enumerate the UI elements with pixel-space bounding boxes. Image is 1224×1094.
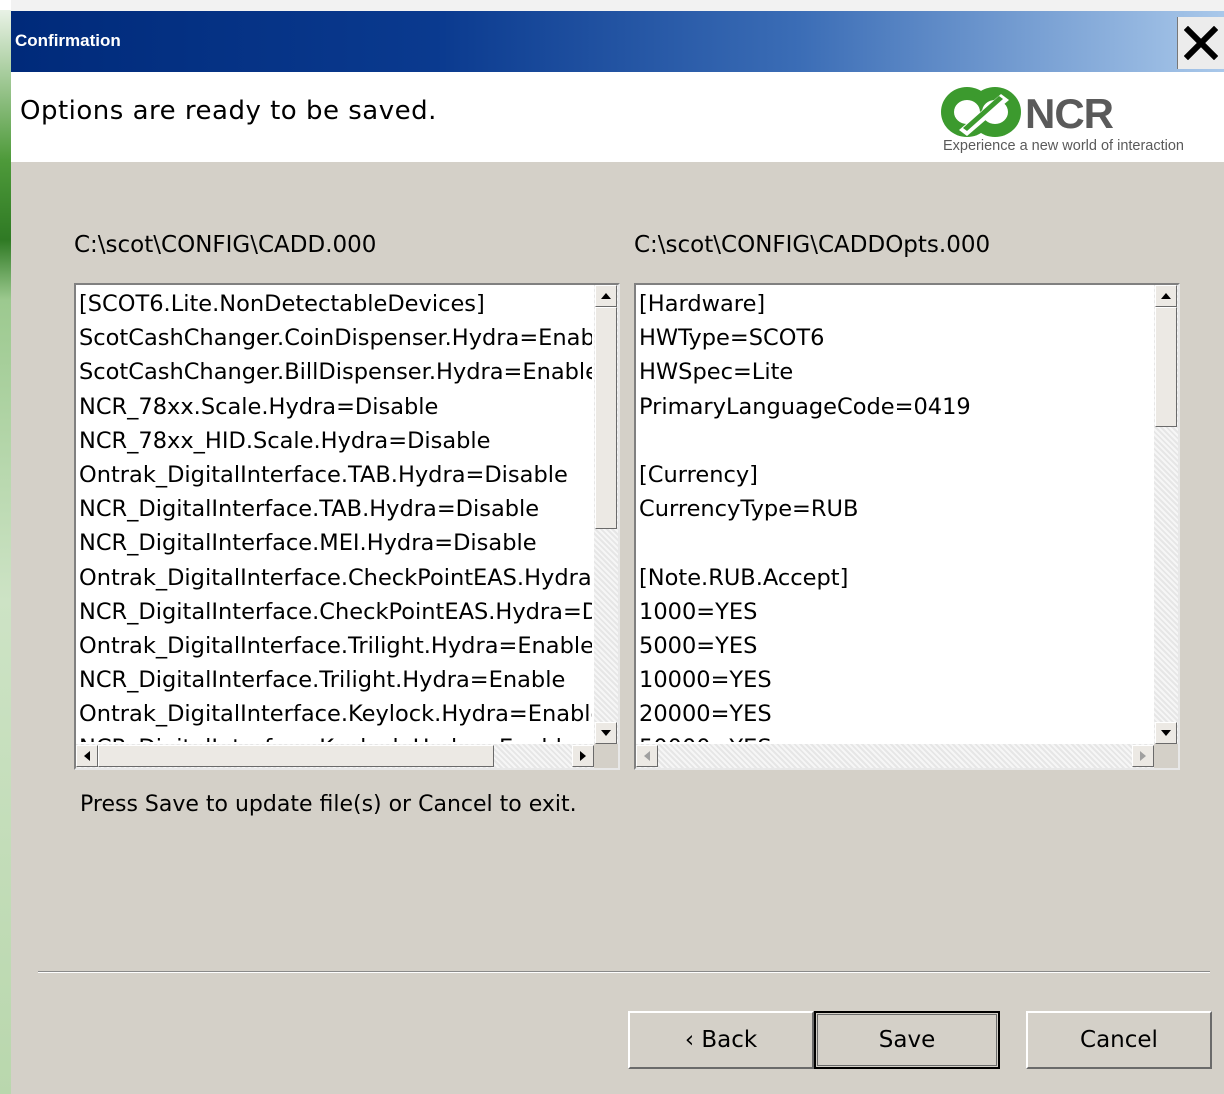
logo-tagline: Experience a new world of interaction: [943, 138, 1184, 154]
ncr-logo: NCR Experience a new world of interactio…: [939, 82, 1224, 162]
list-item[interactable]: HWSpec=Lite: [638, 355, 1152, 389]
list-item[interactable]: [Note.RUB.Accept]: [638, 561, 1152, 595]
arrow-down-icon: [1161, 730, 1171, 736]
list-item[interactable]: NCR_DigitalInterface.Trilight.Hydra=Enab…: [78, 663, 592, 697]
right-scroll-corner: [1154, 744, 1178, 768]
right-scroll-right-button: [1132, 745, 1154, 767]
right-scroll-left-button: [636, 745, 658, 767]
right-file-listbox[interactable]: [Hardware] HWType=SCOT6 HWSpec=Lite Primary…: [634, 283, 1180, 770]
list-item[interactable]: Ontrak_DigitalInterface.CheckPointEAS.Hy…: [78, 561, 592, 595]
title-bar: Confirmation: [11, 11, 1224, 72]
left-scroll-corner: [594, 744, 618, 768]
back-button-label: ‹ Back: [684, 1027, 758, 1053]
save-button-label: Save: [878, 1027, 936, 1053]
ncr-logo-icon: [941, 87, 1021, 137]
list-item[interactable]: Ontrak_DigitalInterface.Trilight.Hydra=E…: [78, 629, 592, 663]
background-window-edge: [0, 0, 11, 1094]
right-vertical-scroll-thumb[interactable]: [1155, 307, 1177, 427]
arrow-up-icon: [601, 293, 611, 299]
left-file-path: C:\scot\CONFIG\CADD.000: [74, 232, 377, 258]
separator-line: [38, 971, 1210, 973]
list-item[interactable]: 1000=YES: [638, 595, 1152, 629]
list-item[interactable]: NCR_DigitalInterface.Keylock.Hydra=Enabl…: [78, 731, 592, 742]
right-scroll-up-button[interactable]: [1155, 285, 1177, 307]
cancel-button[interactable]: Cancel: [1026, 1011, 1212, 1069]
cancel-button-label: Cancel: [1080, 1027, 1158, 1053]
arrow-down-icon: [601, 730, 611, 736]
list-item[interactable]: [638, 424, 1152, 458]
list-item[interactable]: 50000=YES: [638, 731, 1152, 742]
left-horizontal-scrollbar[interactable]: [76, 744, 594, 768]
list-item[interactable]: NCR_78xx.Scale.Hydra=Disable: [78, 390, 592, 424]
window-title: Confirmation: [15, 31, 121, 50]
arrow-left-icon: [644, 751, 650, 761]
list-item[interactable]: Ontrak_DigitalInterface.Keylock.Hydra=En…: [78, 697, 592, 731]
list-item[interactable]: 20000=YES: [638, 697, 1152, 731]
list-item[interactable]: 10000=YES: [638, 663, 1152, 697]
right-file-path: C:\scot\CONFIG\CADDOpts.000: [634, 232, 991, 258]
close-icon: [1184, 26, 1218, 60]
arrow-right-icon: [580, 751, 586, 761]
list-item[interactable]: ScotCashChanger.CoinDispenser.Hydra=Enab…: [78, 321, 592, 355]
save-button[interactable]: Save: [814, 1011, 1000, 1069]
left-vertical-scroll-thumb[interactable]: [595, 307, 617, 529]
list-item[interactable]: NCR_78xx_HID.Scale.Hydra=Disable: [78, 424, 592, 458]
list-item[interactable]: Ontrak_DigitalInterface.TAB.Hydra=Disabl…: [78, 458, 592, 492]
left-horizontal-scroll-thumb[interactable]: [98, 745, 494, 767]
logo-brand: NCR: [1025, 90, 1114, 137]
list-item[interactable]: PrimaryLanguageCode=0419: [638, 390, 1152, 424]
left-scroll-up-button[interactable]: [595, 285, 617, 307]
left-scroll-left-button[interactable]: [76, 745, 98, 767]
left-scroll-down-button[interactable]: [595, 722, 617, 744]
arrow-right-icon: [1140, 751, 1146, 761]
left-file-content: [SCOT6.Lite.NonDetectableDevices] ScotCas…: [78, 287, 592, 742]
list-item[interactable]: NCR_DigitalInterface.TAB.Hydra=Disable: [78, 492, 592, 526]
right-file-content: [Hardware] HWType=SCOT6 HWSpec=Lite Primary…: [638, 287, 1152, 742]
list-item[interactable]: ScotCashChanger.BillDispenser.Hydra=Enab…: [78, 355, 592, 389]
left-vertical-scrollbar[interactable]: [594, 285, 618, 744]
list-item[interactable]: CurrencyType=RUB: [638, 492, 1152, 526]
left-file-listbox[interactable]: [SCOT6.Lite.NonDetectableDevices] ScotCas…: [74, 283, 620, 770]
close-button[interactable]: [1177, 17, 1224, 69]
back-button[interactable]: ‹ Back: [628, 1011, 814, 1069]
list-item[interactable]: [SCOT6.Lite.NonDetectableDevices]: [78, 287, 592, 321]
right-vertical-scrollbar[interactable]: [1154, 285, 1178, 744]
header-message: Options are ready to be saved.: [20, 96, 437, 126]
list-item[interactable]: NCR_DigitalInterface.CheckPointEAS.Hydra…: [78, 595, 592, 629]
list-item[interactable]: NCR_DigitalInterface.MEI.Hydra=Disable: [78, 526, 592, 560]
right-scroll-down-button[interactable]: [1155, 722, 1177, 744]
list-item[interactable]: [Hardware]: [638, 287, 1152, 321]
list-item[interactable]: 5000=YES: [638, 629, 1152, 663]
left-scroll-right-button[interactable]: [572, 745, 594, 767]
list-item[interactable]: HWType=SCOT6: [638, 321, 1152, 355]
header-band: Options are ready to be saved. NCR Exper…: [11, 72, 1224, 162]
arrow-left-icon: [84, 751, 90, 761]
top-strip: [11, 0, 1224, 11]
right-horizontal-scrollbar: [636, 744, 1154, 768]
list-item[interactable]: [638, 526, 1152, 560]
arrow-up-icon: [1161, 293, 1171, 299]
list-item[interactable]: [Currency]: [638, 458, 1152, 492]
footer-message: Press Save to update file(s) or Cancel t…: [80, 792, 577, 817]
